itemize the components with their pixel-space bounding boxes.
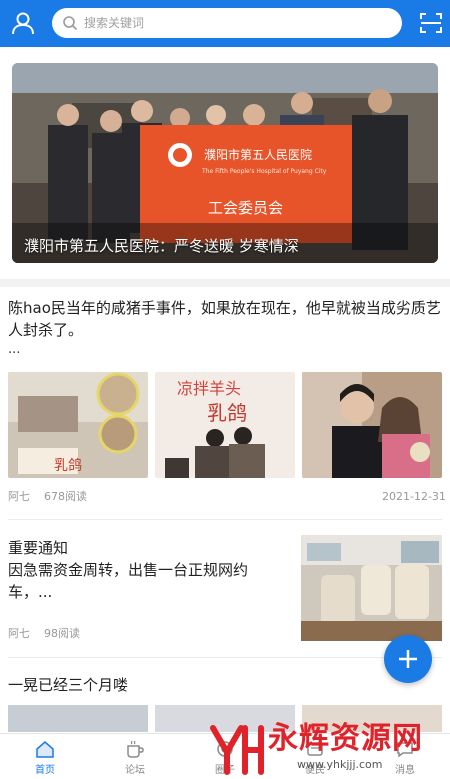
banner-caption[interactable]: 濮阳市第五人民医院：严冬送暖 岁寒情深: [24, 237, 299, 255]
flag-text-union: 工会委员会: [208, 199, 283, 217]
section-divider: [0, 279, 450, 287]
article-excerpt: ...: [8, 342, 21, 357]
article-thumbnail[interactable]: [301, 535, 442, 641]
article-thumbnail[interactable]: [302, 372, 442, 478]
tab-forum[interactable]: 论坛: [90, 734, 180, 779]
home-icon: [36, 741, 54, 758]
watermark: 永辉资源网 www.yhkjjj.com: [205, 716, 445, 779]
search-placeholder: 搜索关键词: [84, 16, 145, 30]
thumbnail-image: [301, 535, 442, 641]
search-icon: [63, 16, 78, 31]
plus-icon: [399, 650, 417, 668]
user-profile-icon[interactable]: [10, 10, 36, 36]
coffee-cup-icon: [127, 740, 144, 758]
article-thumbnail[interactable]: 乳鸽: [8, 372, 148, 478]
article-date: 2021-12-31: [382, 490, 446, 503]
article-title[interactable]: 重要通知 因急需资金周转，出售一台正规网约车，...: [8, 537, 288, 603]
article-thumbnail[interactable]: 凉拌羊头 乳鸽: [155, 372, 295, 478]
tab-label: 首页: [35, 765, 55, 776]
top-bar: 搜索关键词: [0, 0, 450, 47]
article-divider: [8, 519, 442, 520]
banner-carousel[interactable]: 濮阳市第五人民医院 The Fifth People's Hospital of…: [12, 63, 438, 263]
flag-text-en: The Fifth People's Hospital of Puyang Ci…: [201, 168, 327, 175]
banner-photo: 濮阳市第五人民医院 The Fifth People's Hospital of…: [12, 63, 438, 263]
banner-section: 濮阳市第五人民医院 The Fifth People's Hospital of…: [0, 47, 450, 280]
article-author[interactable]: 阿七: [8, 627, 30, 641]
watermark-text: 永辉资源网: [268, 721, 423, 756]
watermark-url: www.yhkjjj.com: [297, 758, 383, 771]
article-author[interactable]: 阿七: [8, 490, 30, 504]
thumbnail-sign-text: 乳鸽: [207, 401, 247, 425]
article-read-count: 678阅读: [44, 490, 87, 503]
thumbnail-sign-text: 乳鸽: [54, 457, 82, 474]
article-divider: [8, 657, 442, 658]
thumbnail-image: 乳鸽: [8, 372, 148, 478]
thumbnail-image: [302, 372, 442, 478]
article-title[interactable]: 陈hao民当年的咸猪手事件，如果放在现在，他早就被当成劣质艺人封杀了。: [8, 297, 442, 341]
thumbnail-image: 凉拌羊头 乳鸽: [155, 372, 295, 478]
watermark-logo-icon: [210, 725, 264, 775]
article-read-count: 98阅读: [44, 627, 80, 640]
add-post-button[interactable]: [384, 635, 432, 683]
scan-icon[interactable]: [420, 12, 442, 34]
flag-text-cn: 濮阳市第五人民医院: [204, 147, 312, 162]
article-title[interactable]: 一晃已经三个月喽: [8, 674, 128, 696]
tab-label: 论坛: [125, 765, 145, 776]
tab-home[interactable]: 首页: [0, 734, 90, 779]
search-input[interactable]: 搜索关键词: [52, 8, 402, 38]
thumbnail-sign-text: 凉拌羊头: [177, 379, 241, 398]
